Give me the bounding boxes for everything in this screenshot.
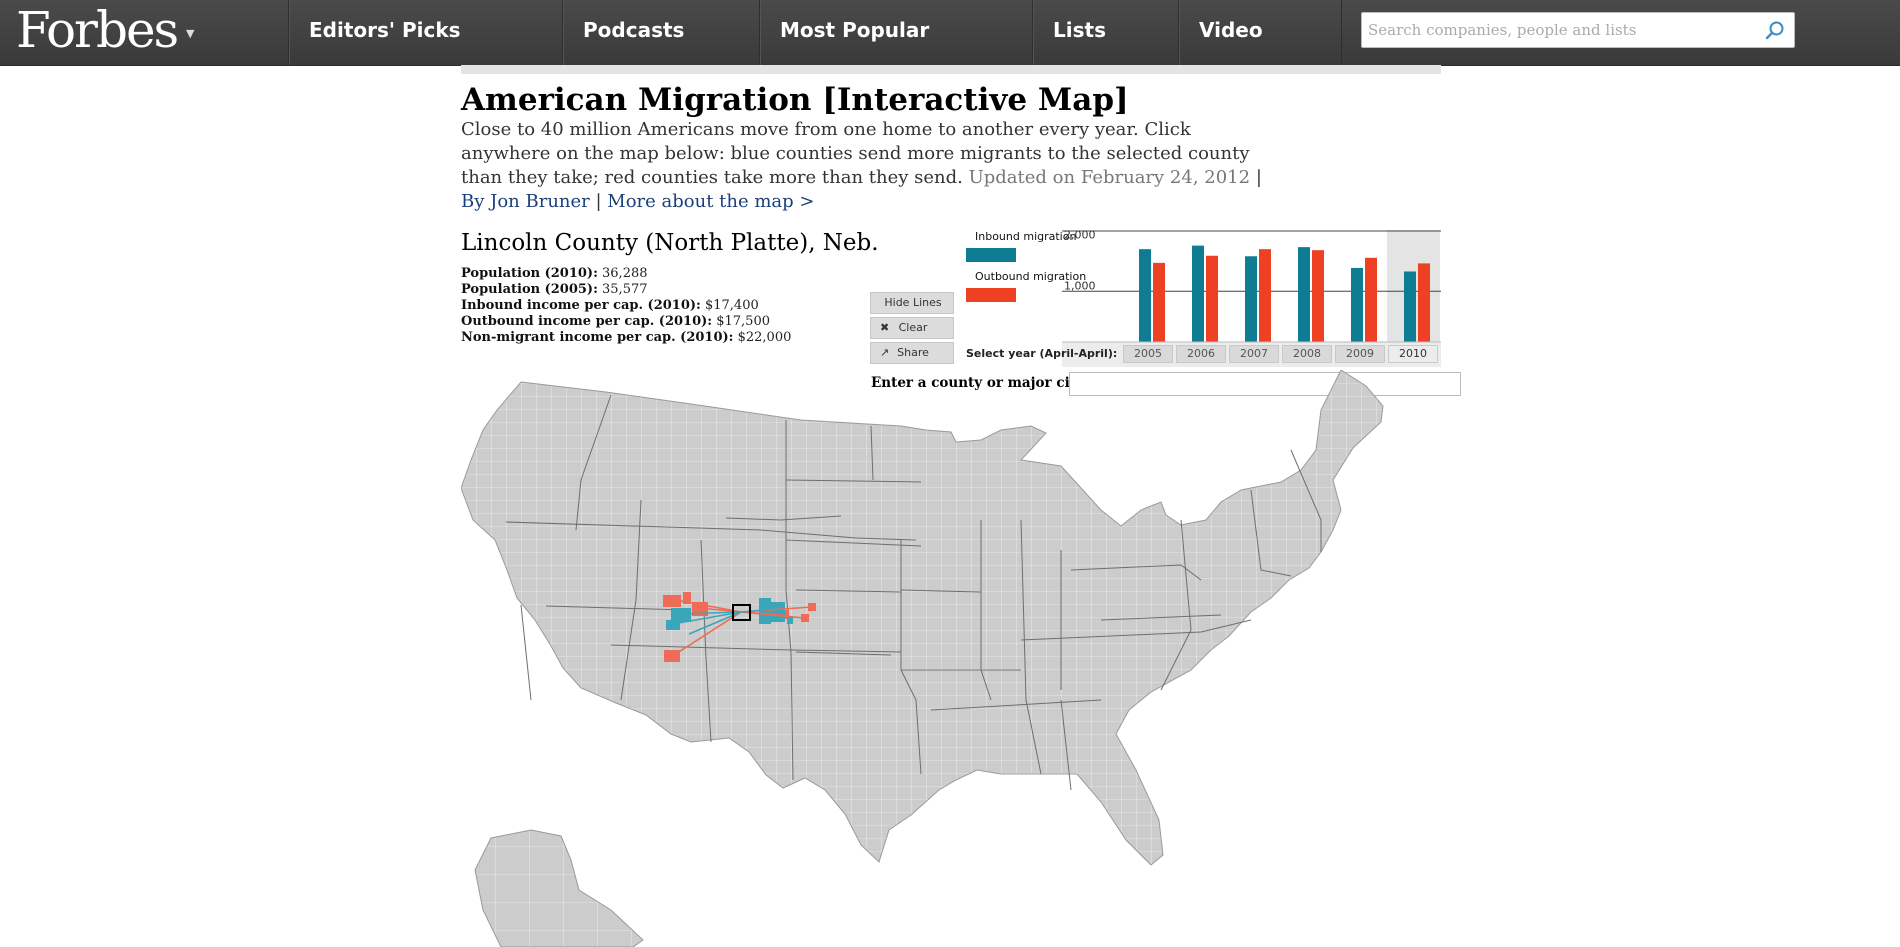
- bar-inbound-2008: [1298, 247, 1310, 342]
- header-divider: [461, 65, 1441, 74]
- hide-lines-button[interactable]: Hide Lines: [870, 292, 954, 314]
- author-link[interactable]: By Jon Bruner: [461, 191, 590, 212]
- select-year-label: Select year (April-April):: [966, 347, 1118, 360]
- nav-video[interactable]: Video: [1178, 0, 1341, 65]
- stat-value: $17,400: [704, 298, 759, 313]
- top-nav: Forbes ▼ Editors' Picks Podcasts Most Po…: [0, 0, 1900, 66]
- separator: |: [1250, 167, 1262, 188]
- year-tab-2005[interactable]: 2005: [1123, 345, 1173, 363]
- stat-value: 36,288: [602, 266, 648, 281]
- year-tab-2006[interactable]: 2006: [1176, 345, 1226, 363]
- stat-label: Inbound income per cap. (2010):: [461, 298, 701, 313]
- bar-outbound-2005: [1153, 262, 1165, 342]
- alaska-shape: [474, 829, 644, 947]
- bar-inbound-2006: [1192, 245, 1204, 342]
- legend-outbound-swatch: [966, 288, 1016, 302]
- bar-inbound-2010: [1404, 271, 1416, 342]
- bar-outbound-2009: [1365, 257, 1377, 342]
- year-tab-2010[interactable]: 2010: [1388, 345, 1438, 363]
- bar-outbound-2007: [1259, 249, 1271, 342]
- separator: |: [589, 191, 608, 212]
- bar-inbound-2005: [1139, 249, 1151, 342]
- updated-date: Updated on February 24, 2012: [968, 167, 1251, 188]
- stat-value: $17,500: [716, 314, 770, 329]
- nav-most-popular[interactable]: Most Popular: [759, 0, 1032, 65]
- stat-label: Non-migrant income per cap. (2010):: [461, 330, 734, 345]
- stat-row: Population (2010): 36,288: [461, 266, 791, 282]
- clear-button[interactable]: ✖ Clear: [870, 317, 954, 339]
- hide-lines-label: Hide Lines: [884, 296, 942, 309]
- stat-value: $22,000: [737, 330, 792, 345]
- nav-lists[interactable]: Lists: [1032, 0, 1178, 65]
- nav-editors-picks[interactable]: Editors' Picks: [288, 0, 562, 65]
- stat-label: Population (2010):: [461, 266, 598, 281]
- bar-inbound-2009: [1351, 267, 1363, 342]
- search-box: [1361, 12, 1795, 48]
- chevron-down-icon[interactable]: ▼: [186, 27, 194, 40]
- stat-value: 35,577: [602, 282, 648, 297]
- year-tab-2007[interactable]: 2007: [1229, 345, 1279, 363]
- bar-outbound-2006: [1206, 255, 1218, 342]
- bar-outbound-2008: [1312, 250, 1324, 342]
- year-tab-2008[interactable]: 2008: [1282, 345, 1332, 363]
- stat-row: Outbound income per cap. (2010): $17,500: [461, 314, 791, 330]
- nav-podcasts[interactable]: Podcasts: [562, 0, 759, 65]
- county-inbound[interactable]: [771, 602, 785, 622]
- county-stats: Population (2010): 36,288 Population (20…: [461, 266, 791, 346]
- search-input[interactable]: [1362, 13, 1764, 47]
- share-button[interactable]: ↗ Share: [870, 342, 954, 364]
- more-about-map-link[interactable]: More about the map >: [607, 191, 814, 212]
- stat-row: Population (2005): 35,577: [461, 282, 791, 298]
- bar-outbound-2010: [1418, 263, 1430, 342]
- contiguous-us-shape: [461, 370, 1384, 866]
- stat-label: Outbound income per cap. (2010):: [461, 314, 713, 329]
- bar-inbound-2007: [1245, 256, 1257, 342]
- share-label: Share: [897, 346, 929, 359]
- clear-label: Clear: [898, 321, 928, 334]
- search-icon[interactable]: [1764, 20, 1786, 42]
- forbes-logo[interactable]: Forbes: [16, 2, 179, 58]
- us-county-map[interactable]: [461, 370, 1441, 947]
- county-inbound[interactable]: [671, 608, 691, 622]
- legend-outbound-label: Outbound migration: [975, 270, 1087, 283]
- county-name: Lincoln County (North Platte), Neb.: [461, 230, 879, 256]
- county-inbound[interactable]: [666, 620, 680, 630]
- stat-row: Inbound income per cap. (2010): $17,400: [461, 298, 791, 314]
- legend-inbound-swatch: [966, 248, 1016, 262]
- year-tab-2009[interactable]: 2009: [1335, 345, 1385, 363]
- stat-label: Population (2005):: [461, 282, 598, 297]
- nav-divider: [1341, 0, 1342, 65]
- stat-row: Non-migrant income per cap. (2010): $22,…: [461, 330, 791, 346]
- legend-inbound-label: Inbound migration: [975, 230, 1077, 243]
- page-title: American Migration [Interactive Map]: [461, 82, 1129, 118]
- intro-paragraph: Close to 40 million Americans move from …: [461, 118, 1276, 214]
